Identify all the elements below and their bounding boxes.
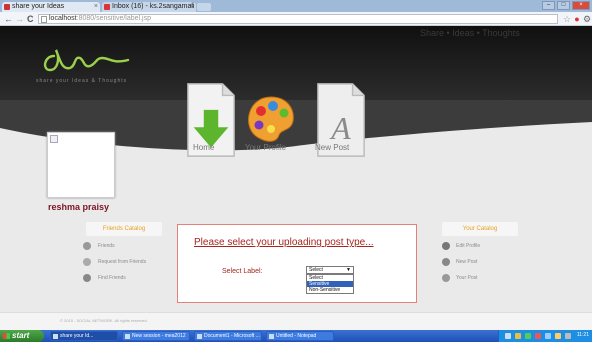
form-prompt: Please select your uploading post type..… bbox=[194, 237, 374, 248]
close-tab-icon[interactable]: × bbox=[94, 2, 98, 12]
footer-copyright: © 2015 - SOCIAL NETWORK. All rights rese… bbox=[60, 318, 148, 323]
username: reshma praisy bbox=[48, 202, 110, 212]
language-icon[interactable] bbox=[565, 333, 571, 339]
url-path: :8080/sensitive/label.jsp bbox=[76, 15, 151, 22]
start-button[interactable]: start bbox=[0, 330, 44, 342]
nav-home[interactable]: Home bbox=[193, 143, 214, 152]
upload-type-form: Please select your uploading post type..… bbox=[177, 224, 417, 303]
chrome-icon bbox=[53, 334, 58, 339]
security-icon[interactable] bbox=[515, 333, 521, 339]
extension-icon[interactable]: ● bbox=[572, 14, 582, 24]
browser-toolbar: ← → C localhost:8080/sensitive/label.jsp… bbox=[0, 12, 592, 26]
task-label: New session - mea2012 bbox=[132, 333, 186, 339]
close-window-button[interactable]: × bbox=[572, 1, 590, 10]
task-new-session[interactable]: New session - mea2012 bbox=[122, 331, 190, 341]
sidebar-item-edit-profile[interactable]: Edit Profile bbox=[456, 243, 480, 249]
favicon-icon bbox=[4, 4, 10, 10]
your-catalog-title: Your Catalog bbox=[442, 222, 518, 236]
app-icon bbox=[125, 334, 130, 339]
sidebar-item-your-post[interactable]: Your Post bbox=[456, 275, 478, 281]
task-document1[interactable]: Document1 - Microsoft ... bbox=[194, 331, 262, 341]
request-icon bbox=[83, 258, 91, 266]
site-tagline: share your Ideas & Thoughts bbox=[36, 78, 128, 84]
clock: 11:21 bbox=[576, 332, 589, 338]
friends-catalog-title: Friends Catalog bbox=[86, 222, 162, 236]
task-label: Document1 - Microsoft ... bbox=[204, 333, 260, 339]
gmail-icon bbox=[104, 4, 110, 10]
url-host: localhost bbox=[49, 15, 77, 22]
sidebar-item-new-post[interactable]: New Post bbox=[456, 259, 477, 265]
nav-your-profile[interactable]: Your Profile bbox=[245, 143, 286, 152]
edit-profile-icon bbox=[442, 242, 450, 250]
sidebar-item-friends[interactable]: Friends bbox=[98, 243, 115, 249]
network-icon[interactable] bbox=[505, 333, 511, 339]
minimize-button[interactable]: – bbox=[542, 1, 555, 10]
select-value: Select bbox=[309, 267, 323, 273]
antivirus-icon[interactable] bbox=[525, 333, 531, 339]
nav-new-post[interactable]: New Post bbox=[315, 143, 349, 152]
address-bar[interactable]: localhost:8080/sensitive/label.jsp bbox=[38, 14, 558, 24]
new-post-icon bbox=[442, 258, 450, 266]
tab-label: share your Ideas bbox=[12, 3, 65, 10]
profile-photo bbox=[47, 132, 115, 198]
chevron-down-icon: ▼ bbox=[346, 267, 351, 273]
friends-icon bbox=[83, 242, 91, 250]
broken-image-icon bbox=[50, 135, 58, 143]
task-label: Untitled - Notepad bbox=[276, 333, 317, 339]
windows-logo-icon bbox=[3, 333, 10, 339]
option-non-sensitive[interactable]: Non-Sensitive bbox=[307, 287, 353, 293]
taskbar: start share your Id... New session - mea… bbox=[0, 330, 592, 342]
back-button[interactable]: ← bbox=[4, 14, 13, 24]
tab-share-your-ideas[interactable]: share your Ideas × bbox=[2, 2, 100, 12]
star-icon[interactable]: ☆ bbox=[562, 14, 572, 24]
sidebar-item-find-friends[interactable]: Find Friends bbox=[98, 275, 126, 281]
volume-icon[interactable] bbox=[545, 333, 551, 339]
start-label: start bbox=[12, 331, 30, 340]
task-label: share your Id... bbox=[60, 333, 94, 339]
browser-tab-bar: share your Ideas × Inbox (16) - ks.2sang… bbox=[0, 0, 592, 12]
label-select[interactable]: Select ▼ bbox=[306, 266, 354, 274]
page-icon bbox=[41, 16, 47, 23]
alert-icon[interactable] bbox=[535, 333, 541, 339]
select-label: Select Label: bbox=[222, 268, 263, 275]
new-tab-button[interactable] bbox=[197, 3, 211, 11]
sidebar-item-request[interactable]: Request from Friends bbox=[98, 259, 146, 265]
task-share-your-ideas[interactable]: share your Id... bbox=[50, 331, 118, 341]
forward-button[interactable]: → bbox=[15, 14, 24, 24]
tab-inbox[interactable]: Inbox (16) - ks.2sangamali × bbox=[102, 2, 196, 12]
wrench-icon[interactable]: ⚙ bbox=[582, 14, 592, 24]
window-controls: – □ × bbox=[542, 1, 590, 10]
close-tab-icon[interactable]: × bbox=[190, 2, 194, 12]
site-footer: © 2015 - SOCIAL NETWORK. All rights rese… bbox=[0, 312, 592, 330]
maximize-button[interactable]: □ bbox=[557, 1, 570, 10]
your-post-icon bbox=[442, 274, 450, 282]
update-icon[interactable] bbox=[555, 333, 561, 339]
task-notepad[interactable]: Untitled - Notepad bbox=[266, 331, 334, 341]
header-right-text: Share • Ideas • Thoughts bbox=[420, 28, 520, 38]
tab-label: Inbox (16) - ks.2sangamali bbox=[112, 3, 195, 10]
word-icon bbox=[197, 334, 202, 339]
reload-button[interactable]: C bbox=[27, 14, 34, 24]
label-dropdown: Select Sensitive Non-Sensitive bbox=[306, 274, 354, 294]
notepad-icon bbox=[269, 334, 274, 339]
svg-text:A: A bbox=[329, 111, 351, 146]
system-tray: 11:21 bbox=[498, 330, 592, 342]
site-logo bbox=[43, 49, 130, 72]
find-friends-icon bbox=[83, 274, 91, 282]
